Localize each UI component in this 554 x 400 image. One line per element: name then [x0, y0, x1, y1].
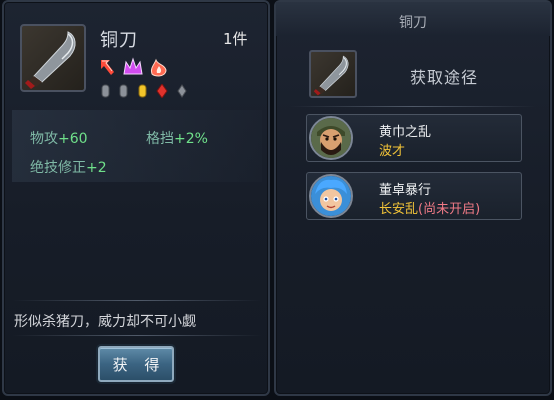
- divider: [12, 335, 262, 336]
- flame-icon: [151, 58, 167, 77]
- source-stage: 长安乱(尚未开启): [379, 202, 481, 217]
- sabre-icon: [20, 24, 86, 92]
- gem-gold-icon: [138, 84, 147, 98]
- item-count: 1件: [223, 30, 248, 48]
- general-avatar: [309, 174, 353, 218]
- source-card[interactable]: 黄巾之乱 波才: [306, 114, 522, 162]
- source-card[interactable]: 董卓暴行 长安乱(尚未开启): [306, 172, 522, 220]
- source-name: 黄巾之乱: [379, 125, 432, 140]
- source-panel-title: 铜刀: [399, 15, 427, 31]
- gem-gray-icon: [101, 84, 110, 98]
- item-detail-panel: 铜刀 1件 物攻+60 格挡+2% 绝技修正+2 形似杀猪刀，威力却不可小觑 获…: [2, 0, 270, 396]
- source-panel: 铜刀 获取途径 黄巾之乱 波才 董卓暴行 长安乱(尚未开启): [274, 0, 552, 396]
- stat-skill-modifier: 绝技修正+2: [30, 160, 107, 176]
- crown-icon: [123, 57, 143, 75]
- stat-block: 格挡+2%: [146, 131, 208, 147]
- source-stage: 波才: [379, 144, 406, 159]
- arrow-icon: [101, 60, 114, 75]
- quality-gems: [101, 83, 201, 99]
- divider: [12, 300, 262, 301]
- locked-status: (尚未开启): [418, 202, 481, 217]
- general-avatar: [309, 116, 353, 160]
- sabre-icon: [309, 50, 357, 98]
- gem-gray-icon: [177, 84, 187, 98]
- obtain-button[interactable]: 获 得: [98, 346, 174, 382]
- stat-attack: 物攻+60: [30, 131, 88, 147]
- item-name: 铜刀: [100, 30, 138, 51]
- source-name: 董卓暴行: [379, 183, 432, 198]
- item-description: 形似杀猪刀，威力却不可小觑: [14, 314, 196, 330]
- gem-red-icon: [156, 83, 168, 99]
- divider: [290, 106, 536, 107]
- item-type-icons: [98, 56, 178, 78]
- obtain-methods-heading: 获取途径: [410, 68, 479, 87]
- gem-gray-icon: [119, 84, 128, 98]
